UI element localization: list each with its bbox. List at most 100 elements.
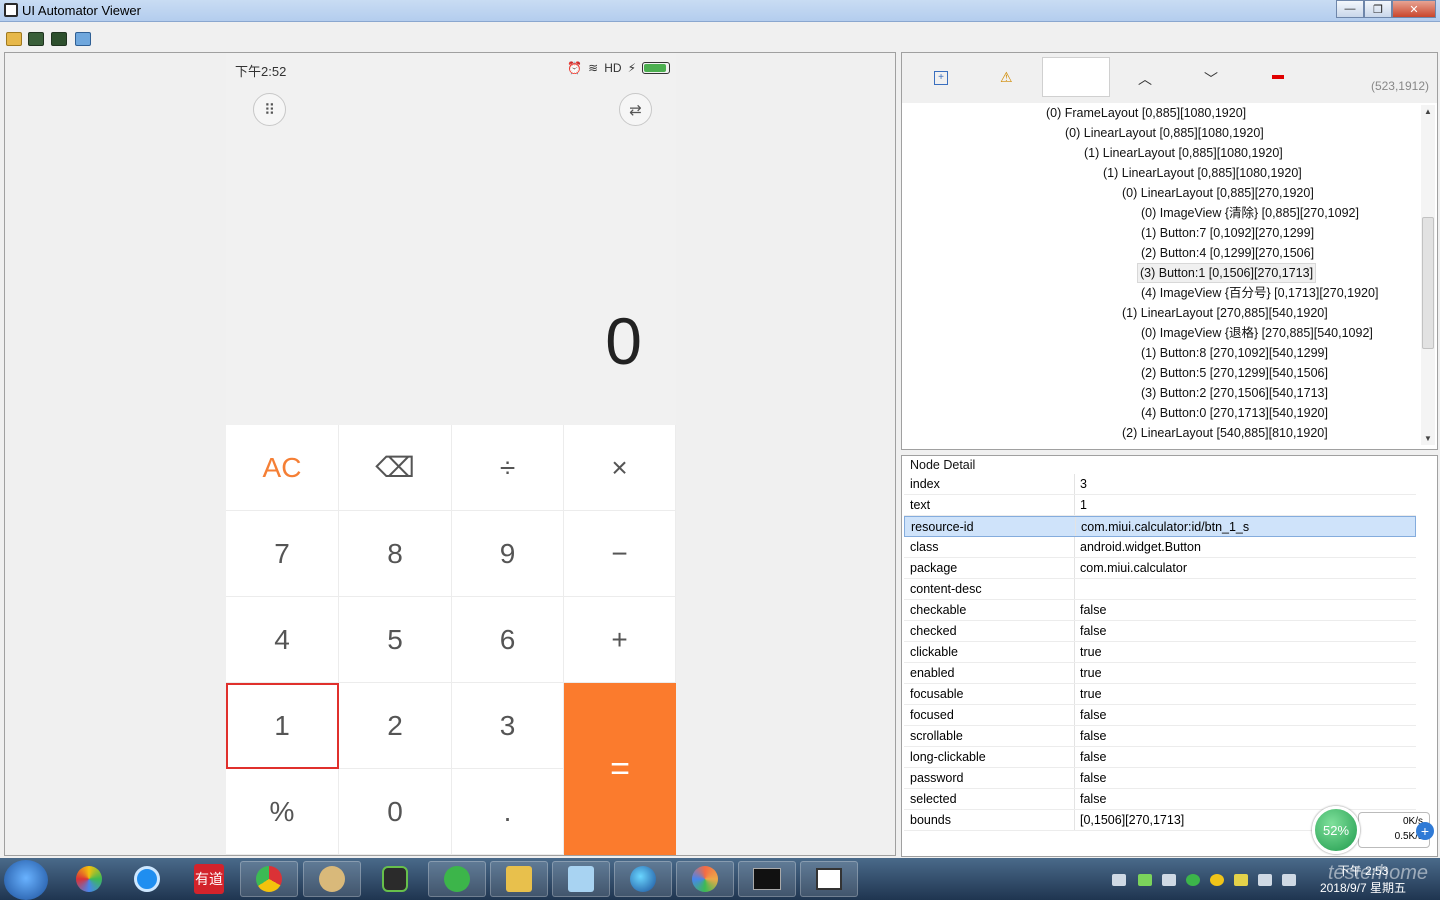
key-5[interactable]: 5 xyxy=(339,597,452,683)
taskbar-app-explorer[interactable] xyxy=(490,861,548,897)
key-8[interactable]: 8 xyxy=(339,511,452,597)
detail-row[interactable]: focused false xyxy=(904,705,1416,726)
taskbar-app-cmd[interactable] xyxy=(738,861,796,897)
keyboard-icon[interactable] xyxy=(1112,874,1126,886)
open-folder-icon[interactable] xyxy=(6,32,22,46)
tree-node[interactable]: (4) ImageView {百分号} [0,1713][270,1920] xyxy=(1139,283,1380,303)
taskbar-app-update[interactable] xyxy=(428,861,486,897)
key-1[interactable]: 1 xyxy=(226,683,339,769)
tree-node[interactable]: (2) LinearLayout [540,885][810,1920] xyxy=(1120,423,1330,443)
taskbar-app-viewer[interactable] xyxy=(800,861,858,897)
detail-value: false xyxy=(1080,729,1107,743)
detail-row[interactable]: password false xyxy=(904,768,1416,789)
detail-row[interactable]: package com.miui.calculator xyxy=(904,558,1416,579)
detail-row[interactable]: scrollable false xyxy=(904,726,1416,747)
key-equals[interactable]: = xyxy=(564,683,676,855)
detail-row[interactable]: long-clickable false xyxy=(904,747,1416,768)
key-percent[interactable]: % xyxy=(226,769,339,855)
taskbar-app-ie[interactable] xyxy=(118,861,176,897)
key-divide[interactable]: ÷ xyxy=(452,425,564,511)
key-2[interactable]: 2 xyxy=(339,683,452,769)
key-multiply[interactable]: × xyxy=(564,425,676,511)
convert-button[interactable]: ⇄ xyxy=(619,93,652,126)
tree-node[interactable]: (4) Button:0 [270,1713][540,1920] xyxy=(1139,403,1330,423)
minimize-button[interactable]: — xyxy=(1336,0,1364,18)
tree-node[interactable]: (2) Button:5 [270,1299][540,1506] xyxy=(1139,363,1330,383)
key-3[interactable]: 3 xyxy=(452,683,564,769)
tools-icon[interactable] xyxy=(1162,874,1176,886)
tree-node[interactable]: (1) Button:8 [270,1092][540,1299] xyxy=(1139,343,1330,363)
detail-row[interactable]: class android.widget.Button xyxy=(904,537,1416,558)
detail-row[interactable]: focusable true xyxy=(904,684,1416,705)
close-button[interactable]: ✕ xyxy=(1392,0,1436,18)
key-6[interactable]: 6 xyxy=(452,597,564,683)
detail-row[interactable]: text 1 xyxy=(904,495,1416,516)
detail-row-selected[interactable]: resource-id com.miui.calculator:id/btn_1_… xyxy=(904,516,1416,537)
tree-node[interactable]: (0) LinearLayout [0,885][1080,1920] xyxy=(1063,123,1266,143)
taskbar-app-paint[interactable] xyxy=(303,861,361,897)
device-screenshot-icon[interactable] xyxy=(28,32,44,46)
volume-icon[interactable] xyxy=(1282,874,1296,886)
ie-icon xyxy=(134,866,160,892)
colorful-ball-icon xyxy=(692,866,718,892)
chevron-up-icon[interactable]: ︿ xyxy=(1138,69,1152,89)
toggle-nafs-icon[interactable] xyxy=(1272,75,1284,79)
tree-node[interactable]: (1) LinearLayout [270,885][540,1920] xyxy=(1120,303,1330,323)
detail-row[interactable]: index 3 xyxy=(904,474,1416,495)
network-speed-widget[interactable]: 0K/s 0.5K/s 52% + xyxy=(1312,806,1438,854)
key-backspace[interactable]: ⌫ xyxy=(339,425,452,511)
key-9[interactable]: 9 xyxy=(452,511,564,597)
key-0[interactable]: 0 xyxy=(339,769,452,855)
memory-usage-badge[interactable]: 52% xyxy=(1312,806,1360,854)
scroll-down-arrow[interactable]: ▼ xyxy=(1424,434,1432,443)
warning-icon[interactable]: ⚠ xyxy=(1000,69,1013,86)
taskbar-app-qq-browser[interactable] xyxy=(676,861,734,897)
tree-node[interactable]: (0) ImageView {退格} [270,885][540,1092] xyxy=(1139,323,1375,343)
tree-node-selected[interactable]: (3) Button:1 [0,1506][270,1713] xyxy=(1137,263,1317,283)
detail-row[interactable]: content-desc xyxy=(904,579,1416,600)
scroll-thumb[interactable] xyxy=(1422,217,1434,349)
tree-node[interactable]: (1) LinearLayout [0,885][1080,1920] xyxy=(1082,143,1285,163)
expand-all-icon[interactable]: + xyxy=(934,71,948,85)
key-dot[interactable]: . xyxy=(452,769,564,855)
detail-row[interactable]: enabled true xyxy=(904,663,1416,684)
save-icon[interactable] xyxy=(75,32,91,46)
hierarchy-scrollbar[interactable]: ▲ ▼ xyxy=(1421,105,1435,445)
menu-grid-button[interactable]: ⠿ xyxy=(253,93,286,126)
boost-plus-icon[interactable]: + xyxy=(1416,822,1434,840)
detail-row[interactable]: clickable true xyxy=(904,642,1416,663)
scroll-up-arrow[interactable]: ▲ xyxy=(1424,107,1432,116)
taskbar-app-chrome[interactable] xyxy=(240,861,298,897)
tree-node[interactable]: (1) Button:7 [0,1092][270,1299] xyxy=(1139,223,1316,243)
tree-node[interactable]: (3) Button:2 [270,1506][540,1713] xyxy=(1139,383,1330,403)
tree-node[interactable]: (1) LinearLayout [0,885][1080,1920] xyxy=(1101,163,1304,183)
device-screenshot-compressed-icon[interactable] xyxy=(51,32,67,46)
pointer-coordinates: (523,1912) xyxy=(1370,79,1429,93)
taskbar-app-browser[interactable] xyxy=(614,861,672,897)
shield-icon[interactable] xyxy=(1138,874,1152,886)
qq-icon[interactable] xyxy=(1210,874,1224,886)
taskbar-app-notes[interactable] xyxy=(552,861,610,897)
key-4[interactable]: 4 xyxy=(226,597,339,683)
detail-value: com.miui.calculator xyxy=(1080,561,1187,575)
key-minus[interactable]: − xyxy=(564,511,676,597)
detail-row[interactable]: checkable false xyxy=(904,600,1416,621)
tree-node[interactable]: (0) FrameLayout [0,885][1080,1920] xyxy=(1044,103,1248,123)
key-plus[interactable]: + xyxy=(564,597,676,683)
taskbar-app-pinwheel[interactable] xyxy=(60,861,118,897)
wechat-icon[interactable] xyxy=(1234,874,1248,886)
taskbar-app-youdao[interactable]: 有道 xyxy=(180,861,238,897)
chevron-down-icon[interactable]: ﹀ xyxy=(1204,69,1218,89)
tree-node[interactable]: (0) ImageView {清除} [0,885][270,1092] xyxy=(1139,203,1361,223)
key-7[interactable]: 7 xyxy=(226,511,339,597)
key-ac[interactable]: AC xyxy=(226,425,339,511)
network-icon[interactable] xyxy=(1258,874,1272,886)
tree-node[interactable]: (2) Button:4 [0,1299][270,1506] xyxy=(1139,243,1316,263)
update-icon[interactable] xyxy=(1186,874,1200,886)
detail-row[interactable]: checked false xyxy=(904,621,1416,642)
start-button[interactable] xyxy=(4,860,48,900)
maximize-button[interactable]: ❐ xyxy=(1364,0,1392,18)
hierarchy-filter-field[interactable] xyxy=(1042,57,1110,97)
taskbar-app-nox[interactable] xyxy=(366,861,424,897)
tree-node[interactable]: (0) LinearLayout [0,885][270,1920] xyxy=(1120,183,1316,203)
